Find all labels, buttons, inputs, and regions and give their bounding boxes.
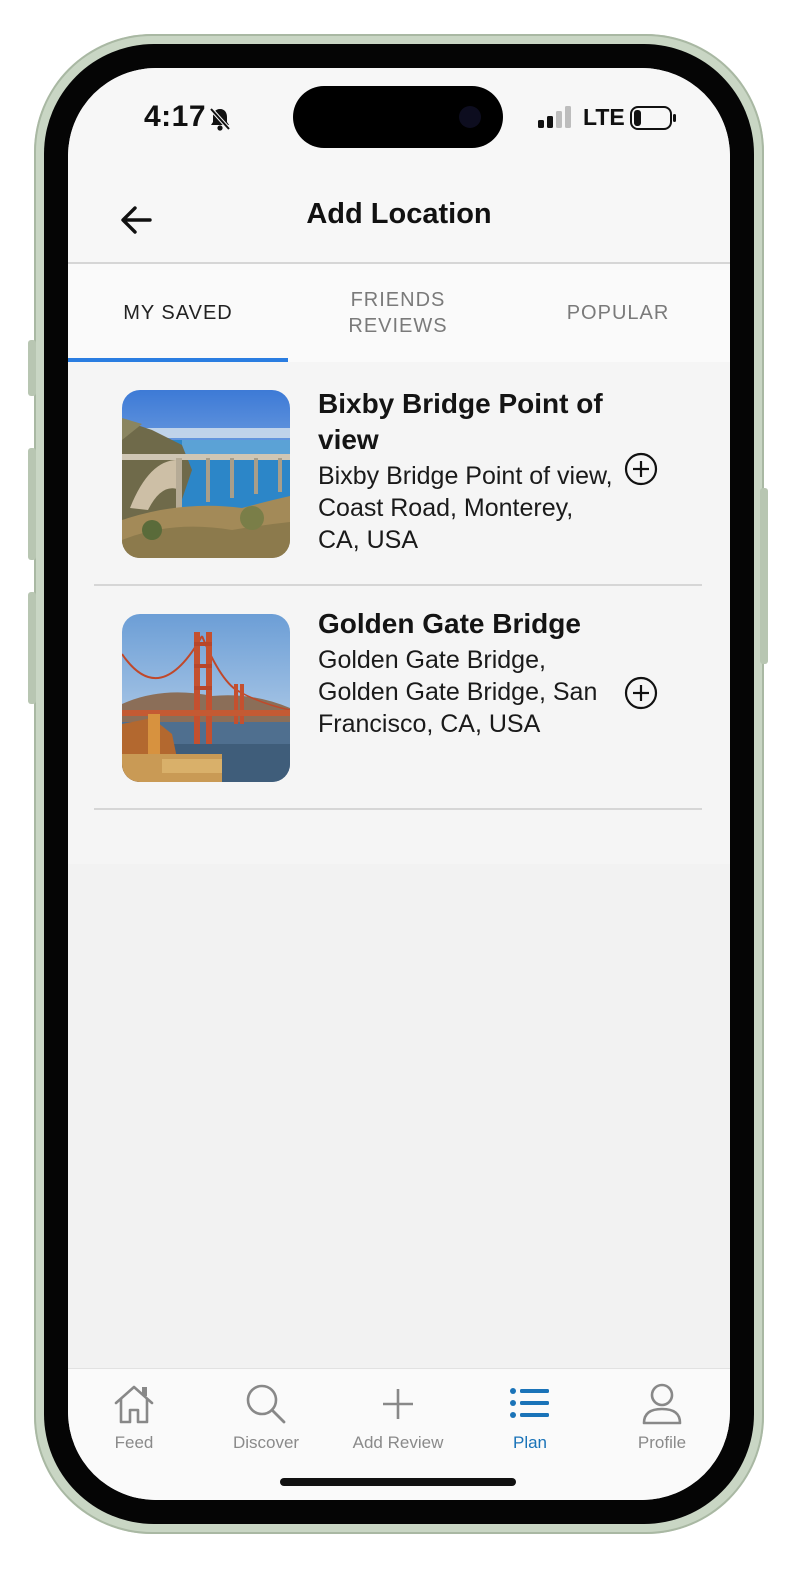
nav-add-review[interactable]: Add Review [332, 1379, 464, 1453]
list-icon [510, 1388, 549, 1418]
location-address: Golden Gate Bridge, Golden Gate Bridge, … [318, 646, 598, 738]
camera-icon [459, 106, 481, 128]
search-icon [246, 1384, 286, 1424]
add-circle-icon[interactable] [624, 452, 658, 486]
signal-icon [538, 106, 571, 128]
home-icon [114, 1385, 154, 1424]
battery-icon [630, 106, 676, 130]
nav-feed[interactable]: Feed [68, 1379, 200, 1453]
power-button [760, 488, 768, 664]
action-button [28, 340, 36, 396]
nav-label: Add Review [352, 1433, 444, 1452]
network-type: LTE [583, 104, 625, 130]
location-details: Bixby Bridge Point of view Bixby Bridge … [318, 386, 618, 556]
location-tabs: MY SAVED FRIENDS REVIEWS POPULAR [68, 264, 730, 362]
tab-label: FRIENDS REVIEWS [348, 289, 448, 337]
nav-label: Feed [114, 1433, 154, 1452]
location-name: Bixby Bridge Point of view [318, 388, 603, 455]
volume-up-button [28, 448, 36, 560]
tab-label: MY SAVED [123, 302, 233, 324]
bell-slash-icon [209, 107, 231, 131]
nav-label: Discover [232, 1433, 300, 1452]
tab-friends-reviews[interactable]: FRIENDS REVIEWS [288, 264, 508, 362]
tab-my-saved[interactable]: MY SAVED [68, 264, 288, 362]
dynamic-island [293, 86, 503, 148]
home-indicator[interactable] [280, 1478, 516, 1486]
person-icon [642, 1383, 682, 1425]
bixby-bridge-photo [122, 390, 290, 558]
nav-plan[interactable]: Plan [464, 1379, 596, 1453]
location-item-golden-gate-bridge[interactable]: Golden Gate Bridge Golden Gate Bridge, G… [94, 586, 702, 810]
golden-gate-bridge-photo [122, 614, 290, 782]
app-screen: 4:17 LTE Add Location MY SAVED FRIENDS R… [68, 68, 730, 1500]
saved-locations-list: Bixby Bridge Point of view Bixby Bridge … [68, 362, 730, 864]
plus-icon [383, 1389, 413, 1419]
status-time: 4:17 [144, 100, 207, 133]
tab-label: POPULAR [566, 302, 670, 324]
nav-profile[interactable]: Profile [596, 1379, 728, 1453]
page-title: Add Location [306, 198, 492, 230]
nav-label: Plan [512, 1433, 548, 1452]
location-item-bixby-bridge[interactable]: Bixby Bridge Point of view Bixby Bridge … [94, 362, 702, 586]
nav-discover[interactable]: Discover [200, 1379, 332, 1453]
add-circle-icon[interactable] [624, 676, 658, 710]
location-name: Golden Gate Bridge [318, 608, 581, 639]
location-address: Bixby Bridge Point of view, Coast Road, … [318, 462, 613, 554]
app-header: Add Location [68, 188, 730, 264]
tab-popular[interactable]: POPULAR [508, 264, 728, 362]
status-bar: 4:17 LTE [68, 68, 730, 188]
location-details: Golden Gate Bridge Golden Gate Bridge, G… [318, 606, 618, 740]
nav-label: Profile [637, 1433, 687, 1452]
volume-down-button [28, 592, 36, 704]
